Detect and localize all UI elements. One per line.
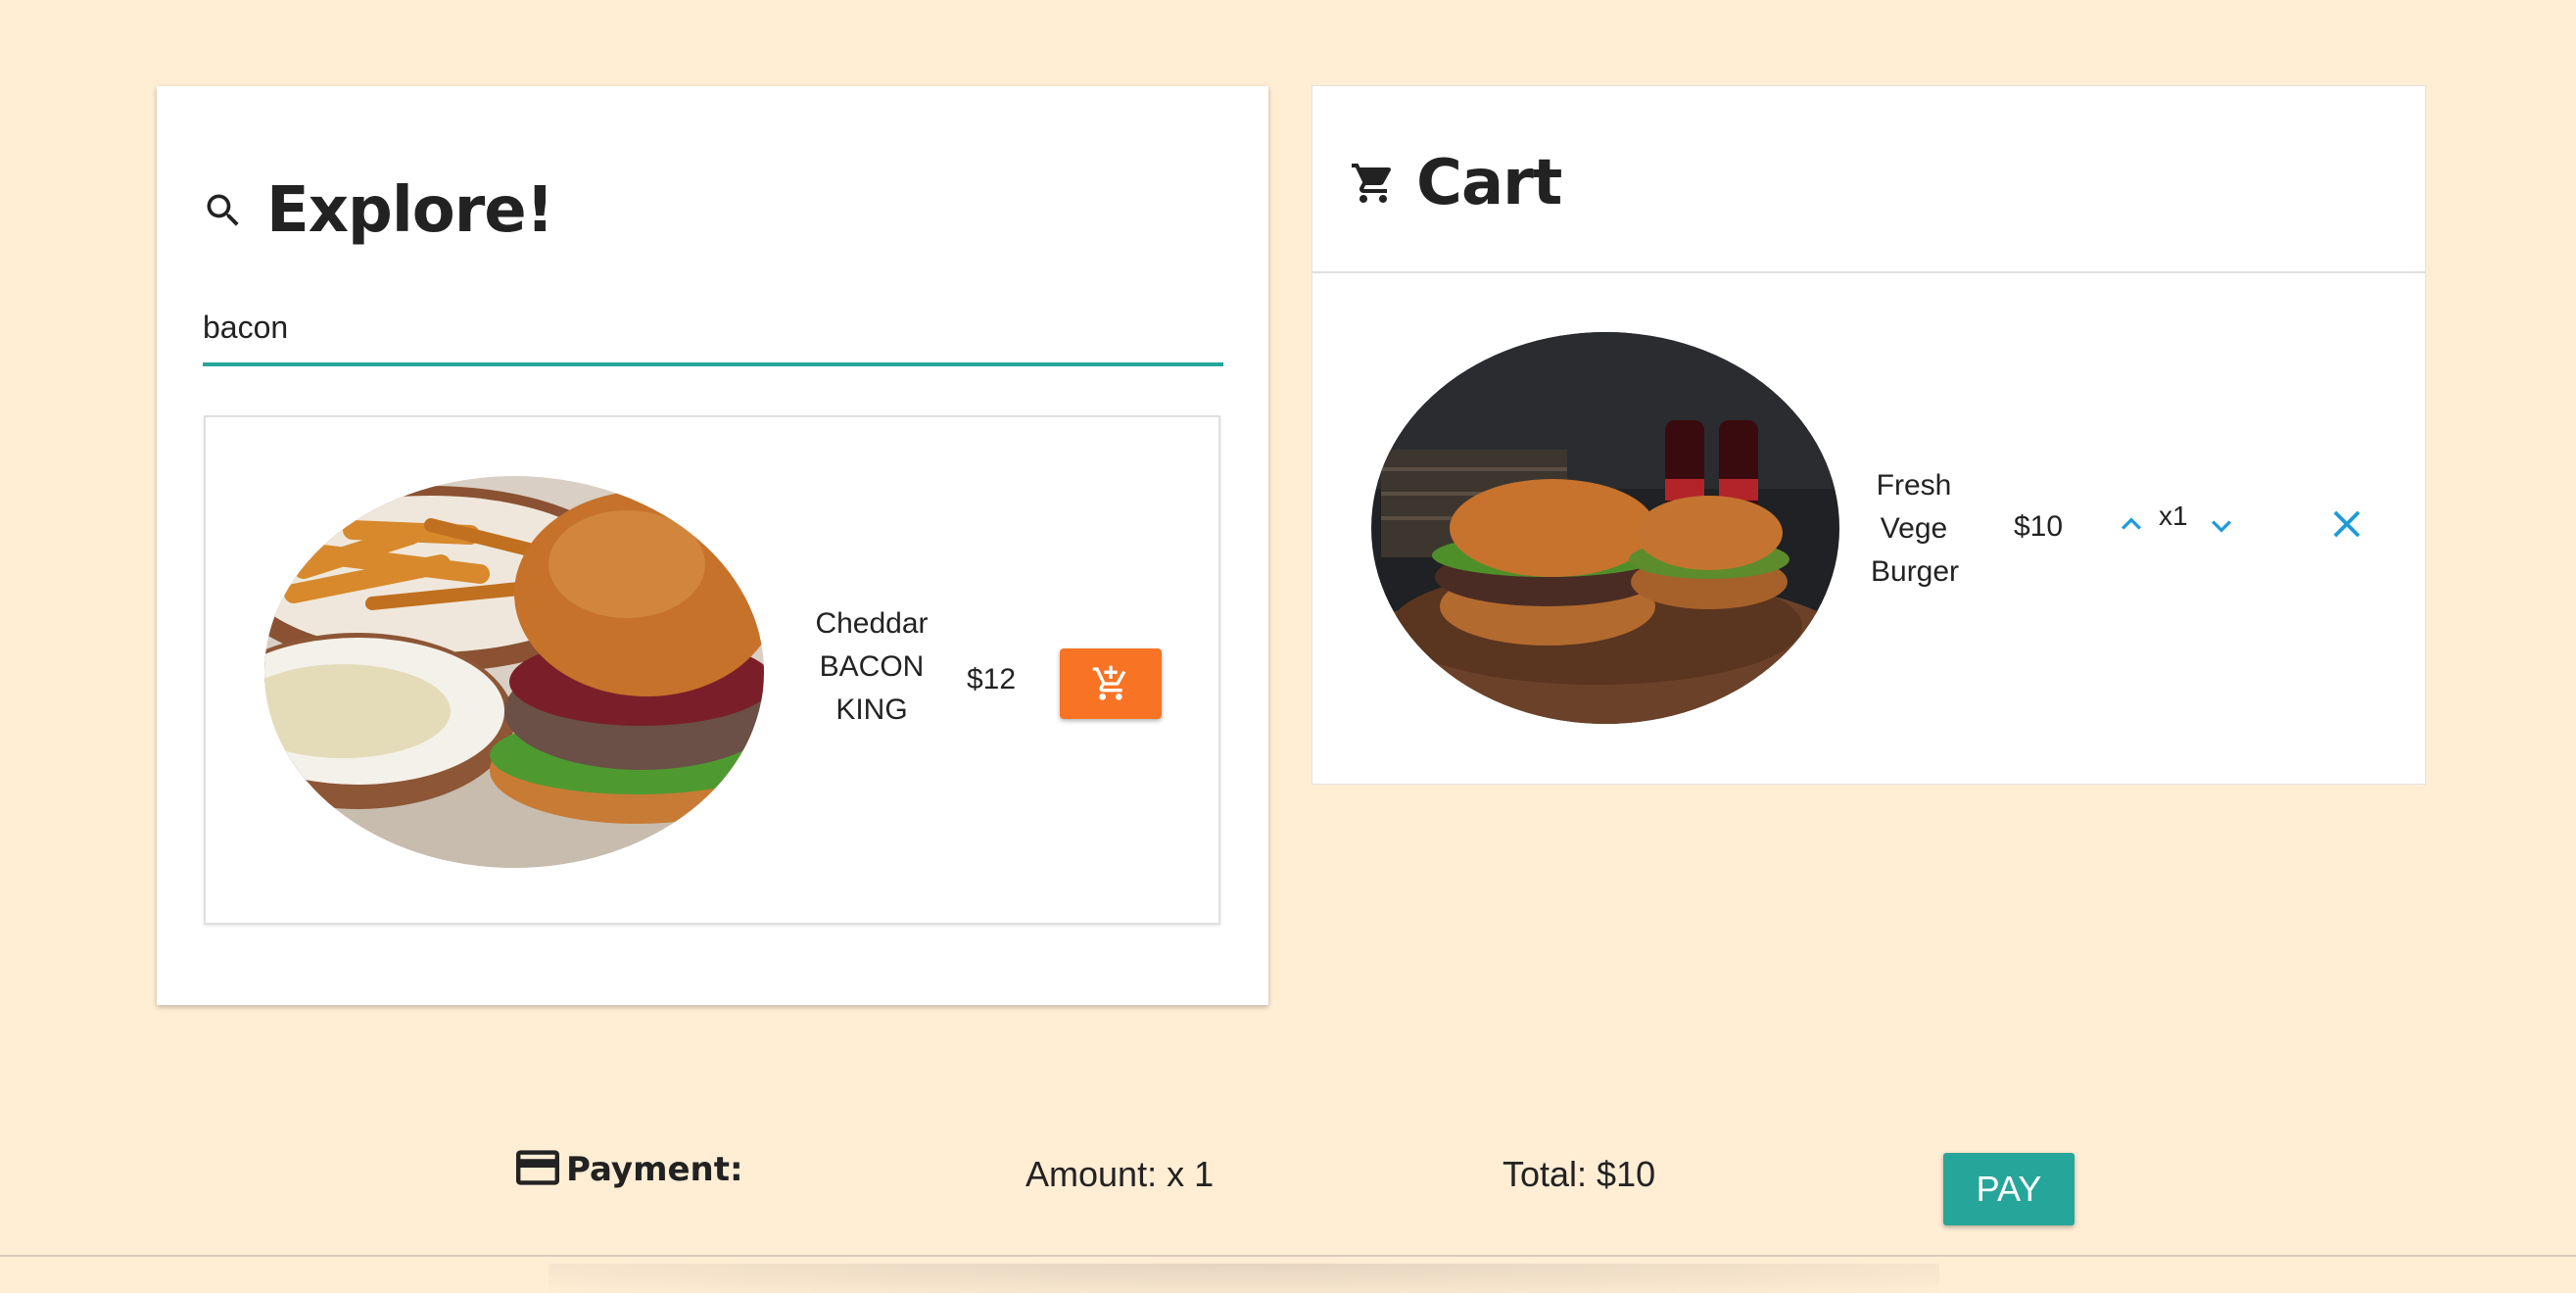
cart-card: Cart Fresh Vege Burger $10 x1 xyxy=(1312,86,2425,784)
cart-item-price: $10 xyxy=(2014,510,2064,543)
add-to-cart-button[interactable] xyxy=(1060,648,1162,719)
payment-total: Total: $10 xyxy=(1503,1154,1656,1194)
result-item-name: Cheddar BACON KING xyxy=(793,602,950,732)
explore-card: Explore! bacon Cheddar BACON KING $12 xyxy=(157,86,1268,1005)
search-result-item: Cheddar BACON KING $12 xyxy=(204,415,1220,925)
result-item-name-line: BACON xyxy=(819,650,925,683)
payment-amount: Amount: x 1 xyxy=(1026,1154,1215,1194)
payment-label: Payment: xyxy=(511,1146,743,1189)
payment-label-text: Payment: xyxy=(566,1150,743,1189)
explore-title: Explore! xyxy=(266,174,554,247)
cart-item-quantity: x1 xyxy=(2159,501,2188,531)
credit-card-icon xyxy=(516,1150,559,1185)
pay-button[interactable]: PAY xyxy=(1943,1153,2075,1225)
result-item-price: $12 xyxy=(967,663,1017,695)
cart-item-name-line: Fresh xyxy=(1876,469,1952,502)
burger-with-fries-photo xyxy=(264,476,764,868)
close-icon[interactable] xyxy=(2324,502,2369,547)
chevron-down-icon[interactable] xyxy=(2202,506,2241,546)
shopping-cart-icon xyxy=(1352,164,1392,203)
explore-header: Explore! xyxy=(202,174,554,247)
search-field xyxy=(203,292,1223,366)
two-burgers-with-cola-photo xyxy=(1371,332,1839,724)
result-item-name-line: KING xyxy=(835,694,908,726)
cart-item-name-line: Vege xyxy=(1880,512,1948,545)
search-input[interactable] xyxy=(203,292,1223,362)
cart-item-name: Fresh Vege Burger xyxy=(1871,464,1960,594)
result-item-name-line: Cheddar xyxy=(815,607,929,640)
cart-header: Cart xyxy=(1350,147,1562,219)
cart-item-name-line: Burger xyxy=(1871,555,1960,588)
footer-shadow xyxy=(549,1264,1939,1293)
search-icon xyxy=(207,194,239,226)
add-shopping-cart-icon xyxy=(1092,665,1126,700)
footer-divider xyxy=(0,1255,2576,1257)
chevron-up-icon[interactable] xyxy=(2112,504,2151,544)
cart-item: Fresh Vege Burger $10 x1 xyxy=(1312,273,2425,783)
cart-title: Cart xyxy=(1416,147,1562,219)
